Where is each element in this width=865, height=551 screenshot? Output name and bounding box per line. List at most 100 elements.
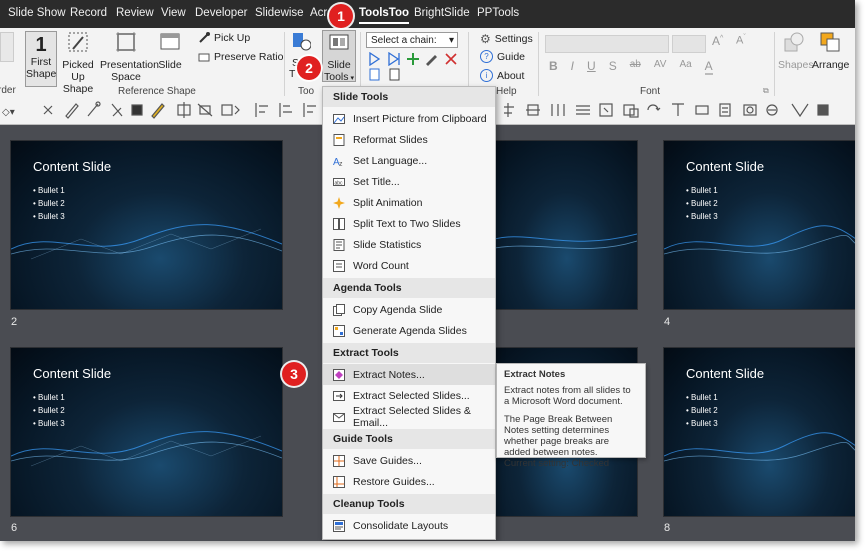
menu-item-restore-guides[interactable]: Restore Guides...: [323, 471, 495, 492]
menu-item-label: Split Animation: [353, 196, 423, 209]
word-count-icon: [333, 259, 345, 272]
slide-tools-label-text: Tools: [324, 71, 349, 83]
picture-icon: [333, 113, 345, 124]
slide-tools-dropdown-button[interactable]: Slide Tools ▾: [322, 30, 356, 85]
font-color-button[interactable]: A: [704, 59, 713, 75]
menu-item-save-guides[interactable]: Save Guides...: [323, 450, 495, 471]
change-case-button[interactable]: Aa: [679, 59, 691, 75]
tab-slide-show[interactable]: Slide Show: [8, 7, 66, 19]
slide-thumbnail-6[interactable]: Content Slide • Bullet 1 • Bullet 2 • Bu…: [10, 347, 283, 517]
group-label-partial: rder: [0, 85, 16, 96]
tooltip-title: Extract Notes: [504, 369, 566, 380]
callout-badge-3: 3: [282, 362, 306, 386]
tab-view[interactable]: View: [161, 7, 186, 19]
font-shrink-icon[interactable]: Aˇ: [736, 34, 746, 47]
strikethrough-button[interactable]: ab: [630, 59, 641, 75]
guide-button[interactable]: ? Guide: [480, 50, 525, 63]
font-grow-icon[interactable]: A^: [712, 34, 723, 48]
menu-item-label: Extract Notes...: [353, 368, 425, 381]
tab-slidewise[interactable]: Slidewise: [255, 7, 304, 19]
split-text-icon: [333, 217, 345, 230]
slide-thumbnail-4[interactable]: Content Slide • Bullet 1 • Bullet 2 • Bu…: [663, 140, 855, 310]
menu-item-copy-agenda[interactable]: Copy Agenda Slide: [323, 299, 495, 320]
dialog-launcher-icon[interactable]: ⧉: [763, 86, 769, 96]
picked-up-shape-button[interactable]: Picked Up Shape: [58, 31, 98, 95]
menu-item-label: Copy Agenda Slide: [353, 303, 443, 316]
first-shape-label: First Shape: [26, 56, 57, 80]
presentation-space-button[interactable]: Presentation Space: [100, 31, 159, 83]
menu-item-split-animation[interactable]: Split Animation: [323, 192, 495, 213]
restore-guides-icon: [333, 475, 345, 488]
tab-review[interactable]: Review: [116, 7, 154, 19]
slide-thumbnail-2[interactable]: Content Slide • Bullet 1 • Bullet 2 • Bu…: [10, 140, 283, 310]
tab-pptools[interactable]: PPTools: [477, 7, 519, 19]
slide-number: 4: [664, 316, 671, 328]
tooltip-description: Extract notes from all slides to a Micro…: [504, 385, 631, 407]
chain-select-value: Select a chain:: [371, 35, 437, 46]
underline-button[interactable]: U: [587, 59, 596, 75]
slide-title: Content Slide: [33, 159, 112, 174]
slide-bullet: • Bullet 2: [33, 199, 65, 208]
slide-bullet: • Bullet 3: [686, 212, 718, 221]
shapes-icon: [784, 32, 804, 52]
separator: [538, 32, 539, 96]
slide-tools-label-2: Tools ▾: [323, 71, 355, 85]
menu-item-reformat-slides[interactable]: Reformat Slides: [323, 129, 495, 150]
extract-notes-icon: [333, 368, 345, 381]
font-name-field[interactable]: [545, 35, 669, 53]
pick-up-button[interactable]: Pick Up: [198, 32, 250, 44]
tooltip-current-setting: Current setting: Checked: [504, 458, 610, 469]
about-button[interactable]: i About: [480, 69, 524, 82]
menu-item-insert-picture[interactable]: Insert Picture from Clipboard: [323, 108, 495, 129]
tab-record[interactable]: Record: [70, 7, 107, 19]
menu-item-slide-statistics[interactable]: Slide Statistics: [323, 234, 495, 255]
animation-icon: [333, 196, 345, 209]
preserve-ratio-label: Preserve Ratio: [214, 51, 284, 63]
tab-developer[interactable]: Developer: [195, 7, 247, 19]
callout-badge-1: 1: [329, 4, 353, 28]
menu-item-label: Set Language...: [353, 154, 428, 167]
shapes-label: Shapes: [778, 59, 814, 71]
slide-label: Slide: [158, 59, 182, 71]
slide-title: Content Slide: [686, 366, 765, 381]
menu-item-generate-agenda[interactable]: Generate Agenda Slides: [323, 320, 495, 341]
menu-item-split-text[interactable]: Split Text to Two Slides: [323, 213, 495, 234]
chain-select[interactable]: Select a chain: ▾: [366, 32, 458, 48]
char-spacing-button[interactable]: AV: [654, 59, 667, 75]
language-icon: Az: [333, 157, 343, 167]
italic-button[interactable]: I: [571, 59, 574, 75]
run-icon: [369, 52, 381, 66]
arrange-button[interactable]: Arrange: [812, 31, 849, 71]
tab-brightslide[interactable]: BrightSlide: [414, 7, 470, 19]
presentation-space-label: Presentation Space: [100, 59, 159, 83]
edit-icon: [426, 55, 437, 66]
menu-item-label: Insert Picture from Clipboard: [353, 112, 487, 125]
menu-item-consolidate-layouts[interactable]: Consolidate Layouts: [323, 515, 495, 536]
tab-toolstoo[interactable]: ToolsToo: [359, 7, 410, 24]
menu-item-set-title[interactable]: abc Set Title...: [323, 171, 495, 192]
shadow-button[interactable]: S: [609, 59, 617, 75]
font-size-field[interactable]: [672, 35, 706, 53]
separator: [774, 32, 775, 96]
chevron-down-icon: ▾: [448, 35, 454, 46]
menu-item-word-count[interactable]: Word Count: [323, 255, 495, 276]
menu-header-slide-tools: Slide Tools: [323, 87, 495, 107]
preserve-ratio-checkbox[interactable]: Preserve Ratio: [198, 51, 283, 63]
cut-off-button[interactable]: [0, 32, 14, 62]
chain-action-icons: [369, 52, 457, 66]
bold-button[interactable]: B: [549, 59, 558, 75]
menu-item-set-language[interactable]: Az Set Language...: [323, 150, 495, 171]
first-shape-button[interactable]: 1 First Shape: [25, 31, 57, 87]
menu-item-extract-selected-slides[interactable]: Extract Selected Slides...: [323, 385, 495, 406]
svg-text:◇▾: ◇▾: [2, 107, 15, 118]
menu-item-label: Split Text to Two Slides: [353, 217, 461, 230]
slide-thumbnail-8[interactable]: Content Slide • Bullet 1 • Bullet 2 • Bu…: [663, 347, 855, 517]
shapes-button[interactable]: Shapes: [778, 31, 814, 71]
slide-thumbnail-3-partial[interactable]: [480, 140, 638, 310]
settings-button[interactable]: ⚙ Settings: [480, 32, 533, 46]
network-wave-graphic: [481, 233, 637, 252]
slide-reference-button[interactable]: Slide: [155, 31, 185, 71]
menu-item-extract-email[interactable]: Extract Selected Slides & Email...: [323, 405, 495, 429]
menu-item-extract-notes[interactable]: Extract Notes...: [323, 364, 495, 385]
slide-bullet: • Bullet 1: [33, 186, 65, 195]
